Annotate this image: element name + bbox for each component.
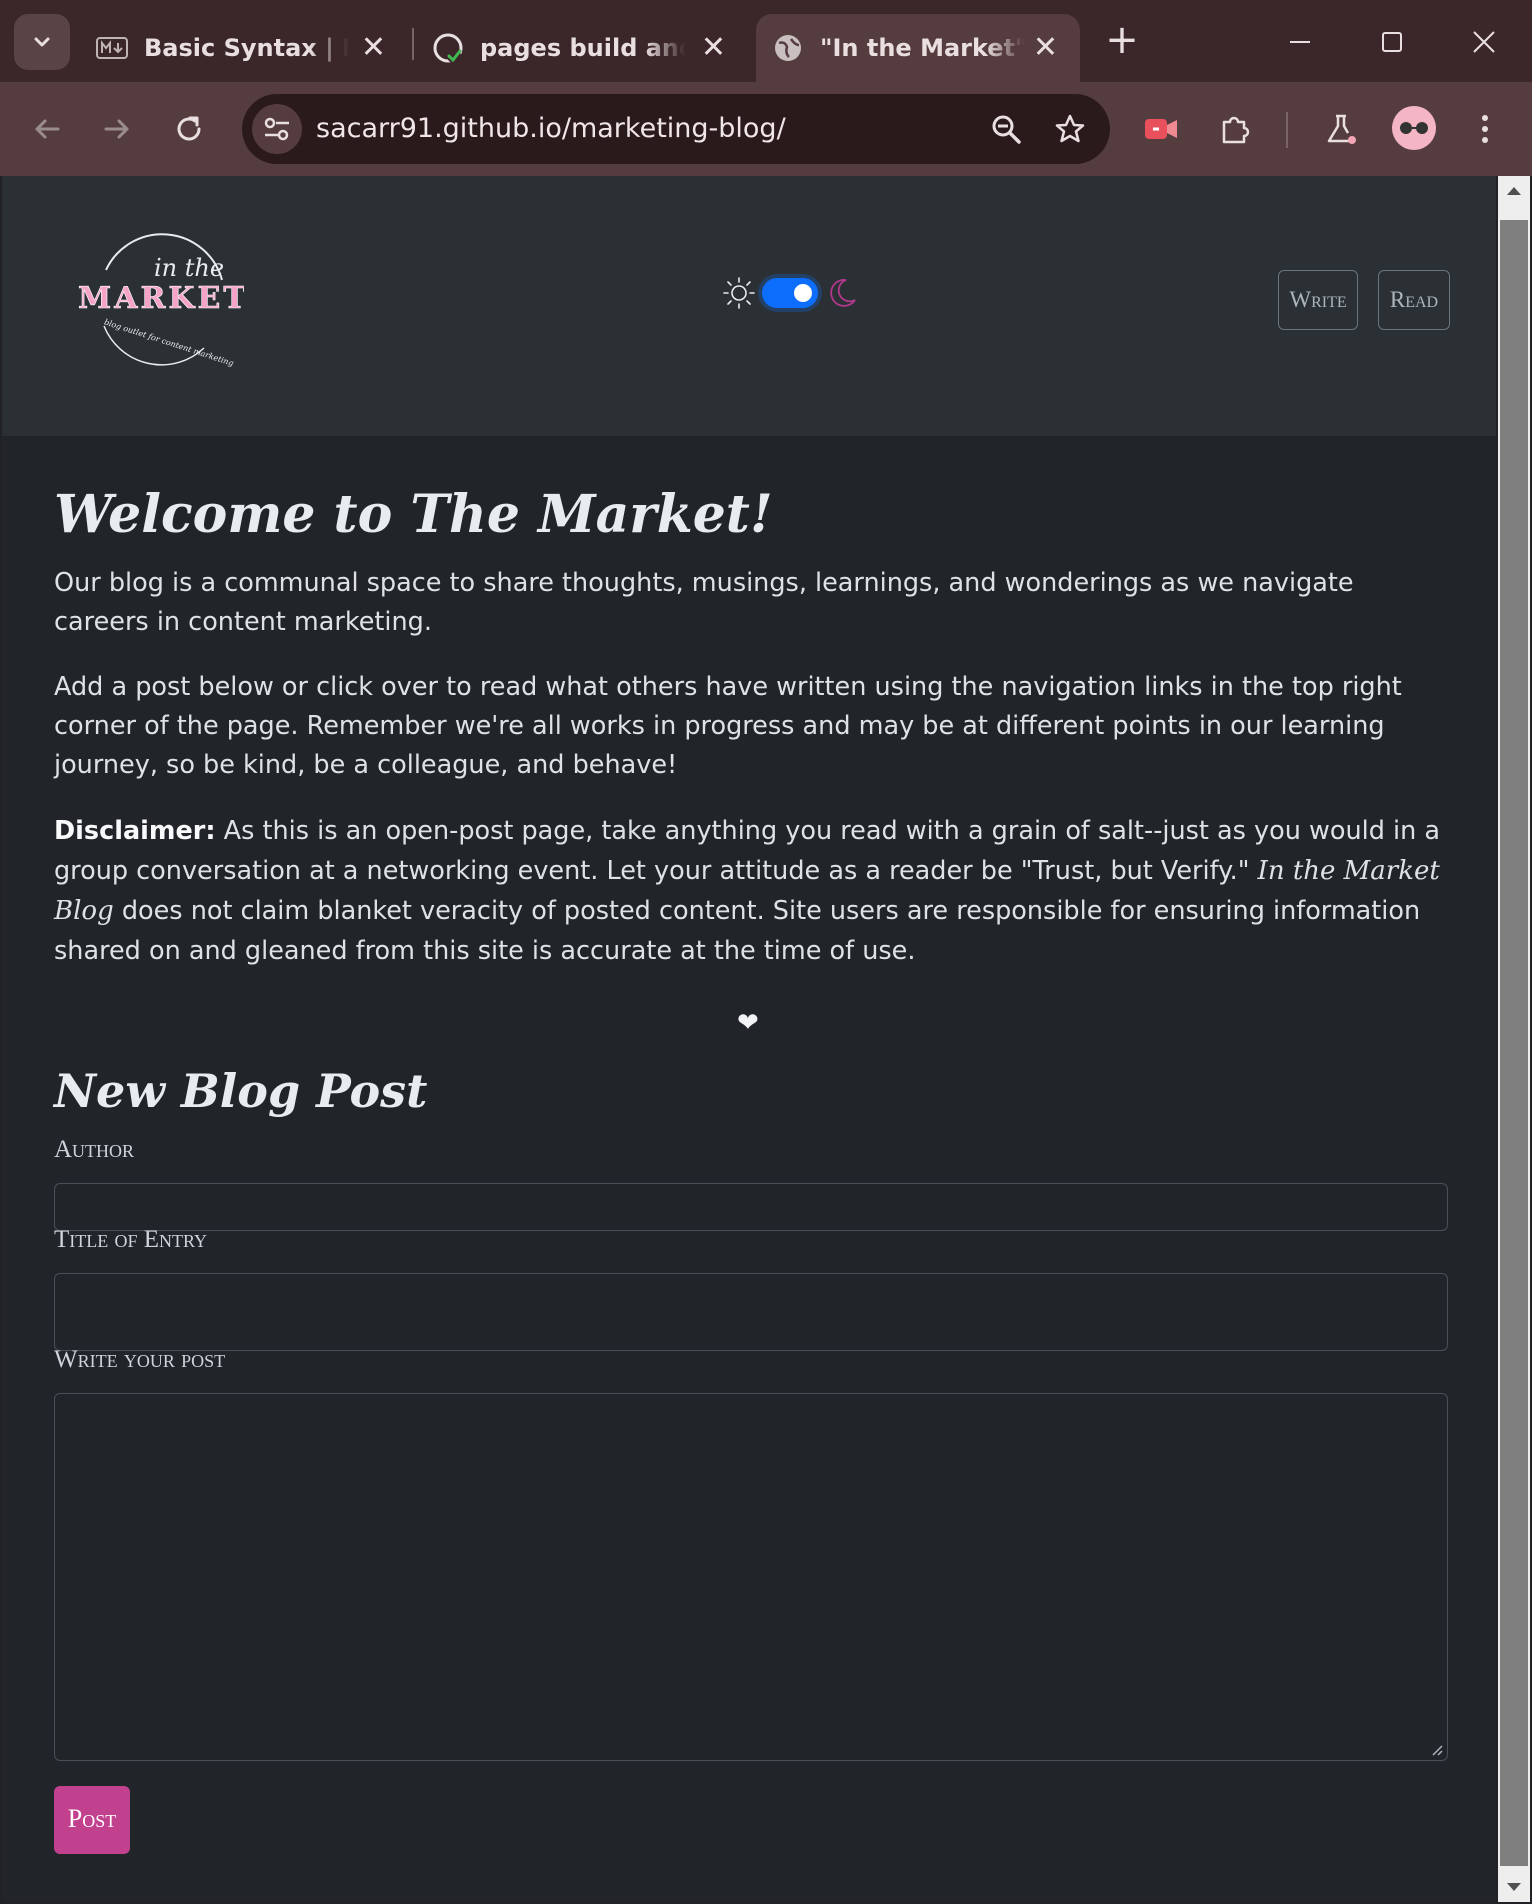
scroll-down-button[interactable] xyxy=(1498,1872,1530,1902)
intro-paragraph: Our blog is a communal space to share th… xyxy=(54,568,1354,637)
triangle-down-icon xyxy=(1507,1883,1521,1891)
scroll-up-button[interactable] xyxy=(1498,176,1530,206)
forward-button[interactable] xyxy=(92,104,142,154)
close-icon[interactable]: ✕ xyxy=(361,30,386,65)
browser-menu-button[interactable] xyxy=(1460,104,1510,154)
address-bar[interactable]: sacarr91.github.io/marketing-blog/ xyxy=(242,94,1110,164)
heart-icon: ❤ xyxy=(737,1008,759,1038)
scrollbar-thumb[interactable] xyxy=(1500,220,1528,1866)
tab-separator xyxy=(412,28,414,60)
reload-button[interactable] xyxy=(164,104,214,154)
tune-icon xyxy=(264,117,289,141)
close-icon[interactable]: ✕ xyxy=(701,30,726,65)
browser-titlebar: Basic Syntax | Markdown Guide ✕ pages bu… xyxy=(0,0,1532,82)
github-icon xyxy=(432,32,464,64)
star-icon xyxy=(1055,114,1085,143)
minimize-button[interactable] xyxy=(1270,18,1330,66)
browser-toolbar: sacarr91.github.io/marketing-blog/ xyxy=(0,82,1532,176)
tab-search-button[interactable] xyxy=(14,14,70,70)
disclaimer-paragraph: Disclaimer: As this is an open-post page… xyxy=(54,811,1448,971)
dark-mode-switch[interactable] xyxy=(762,278,818,308)
site-logo[interactable]: in the MARKET blog outlet for content ma… xyxy=(74,230,246,370)
nav-read-link[interactable]: Read xyxy=(1378,270,1450,330)
tab-pages-build[interactable]: pages build and deployment ✕ xyxy=(432,14,748,82)
minimize-icon xyxy=(1290,41,1310,43)
markdown-icon xyxy=(96,32,128,64)
post-textarea[interactable] xyxy=(54,1393,1448,1761)
zoom-out-icon xyxy=(992,115,1021,144)
profile-avatar[interactable] xyxy=(1392,106,1436,150)
triangle-up-icon xyxy=(1507,187,1521,195)
theme-toggle[interactable] xyxy=(722,276,858,310)
maximize-button[interactable] xyxy=(1362,18,1422,66)
page-scrollbar[interactable] xyxy=(1498,176,1530,1902)
arrow-left-icon xyxy=(35,119,60,139)
post-button[interactable]: Post xyxy=(54,1786,130,1854)
page-title: Welcome to The Market! xyxy=(54,484,773,545)
logo-top-text: in the xyxy=(154,254,224,282)
flask-icon xyxy=(1327,114,1356,144)
instructions-paragraph: Add a post below or click over to read w… xyxy=(54,672,1402,780)
sunglasses-icon xyxy=(1400,122,1428,134)
author-input[interactable] xyxy=(54,1183,1448,1231)
disclaimer-label: Disclaimer: xyxy=(54,816,216,846)
new-tab-button[interactable]: + xyxy=(1100,18,1144,62)
title-label: Title of Entry xyxy=(54,1226,208,1253)
tab-title: "In the Market" Homepage xyxy=(820,34,1025,62)
resize-grip-icon[interactable] xyxy=(1429,1742,1443,1756)
sun-icon xyxy=(723,277,755,309)
video-record-icon xyxy=(1145,119,1177,139)
puzzle-icon xyxy=(1222,116,1250,144)
tab-title: Basic Syntax | Markdown Guide xyxy=(144,34,349,62)
url-text[interactable]: sacarr91.github.io/marketing-blog/ xyxy=(316,94,786,164)
moon-icon xyxy=(830,279,856,307)
page-viewport: in the MARKET blog outlet for content ma… xyxy=(2,176,1496,1902)
disclaimer-text-end: does not claim blanket veracity of poste… xyxy=(54,896,1421,966)
form-title: New Blog Post xyxy=(54,1064,428,1118)
logo-main-text: MARKET xyxy=(78,281,244,316)
more-vert-icon xyxy=(1482,115,1488,143)
chevron-down-icon xyxy=(34,37,50,47)
globe-icon xyxy=(772,32,804,64)
back-button[interactable] xyxy=(22,104,72,154)
logo-bottom-text: blog outlet for content marketing xyxy=(103,317,235,367)
tab-title: pages build and deployment xyxy=(480,34,685,62)
bookmark-button[interactable] xyxy=(1048,107,1092,151)
close-icon xyxy=(1473,31,1495,53)
close-icon[interactable]: ✕ xyxy=(1033,30,1058,65)
post-label: Write your post xyxy=(54,1346,226,1373)
reload-icon xyxy=(177,116,201,141)
disclaimer-text: As this is an open-post page, take anyth… xyxy=(54,816,1440,886)
close-window-button[interactable] xyxy=(1454,18,1514,66)
zoom-button[interactable] xyxy=(984,107,1028,151)
toolbar-divider xyxy=(1286,112,1288,148)
tab-in-the-market[interactable]: "In the Market" Homepage ✕ xyxy=(756,14,1080,82)
extensions-button[interactable] xyxy=(1210,104,1260,154)
site-header: in the MARKET blog outlet for content ma… xyxy=(2,176,1496,436)
labs-button[interactable] xyxy=(1316,104,1366,154)
tab-markdown-guide[interactable]: Basic Syntax | Markdown Guide ✕ xyxy=(96,14,408,82)
extension-record-button[interactable] xyxy=(1136,104,1186,154)
site-info-button[interactable] xyxy=(252,104,302,154)
author-label: Author xyxy=(54,1136,135,1163)
title-input[interactable] xyxy=(54,1273,1448,1351)
nav-write-link[interactable]: Write xyxy=(1278,270,1358,330)
maximize-icon xyxy=(1382,32,1402,52)
switch-knob xyxy=(794,284,812,302)
arrow-right-icon xyxy=(104,119,129,139)
